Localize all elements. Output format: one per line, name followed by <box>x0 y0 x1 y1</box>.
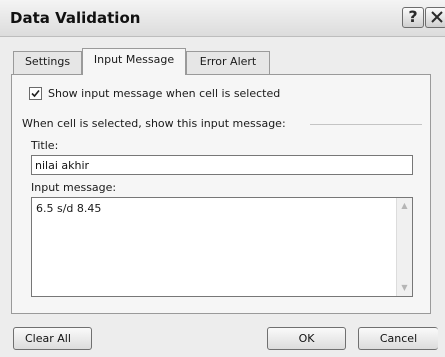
ok-button[interactable]: OK <box>267 327 346 350</box>
input-message-label: Input message: <box>31 181 117 194</box>
close-button[interactable] <box>425 7 445 28</box>
title-label: Title: <box>31 139 59 152</box>
show-input-message-checkbox[interactable] <box>29 87 42 100</box>
show-input-message-label[interactable]: Show input message when cell is selected <box>48 87 280 100</box>
help-icon: ? <box>408 7 418 26</box>
tab-settings[interactable]: Settings <box>13 51 82 74</box>
window-title: Data Validation <box>10 9 141 27</box>
group-divider <box>310 124 422 125</box>
message-scrollbar[interactable]: ▲ ▼ <box>396 198 412 296</box>
tab-error-alert[interactable]: Error Alert <box>186 51 270 74</box>
tab-input-message[interactable]: Input Message <box>82 48 186 75</box>
help-button[interactable]: ? <box>402 7 424 28</box>
group-heading: When cell is selected, show this input m… <box>22 117 286 130</box>
checkmark-icon <box>31 89 40 98</box>
clear-all-button[interactable]: Clear All <box>13 327 92 350</box>
input-message-panel: Show input message when cell is selected… <box>11 74 431 314</box>
close-icon <box>430 11 443 23</box>
cancel-button[interactable]: Cancel <box>358 327 438 350</box>
title-input[interactable] <box>31 155 413 175</box>
input-message-text: 6.5 s/d 8.45 <box>36 202 102 215</box>
title-bar: Data Validation ? <box>0 0 445 37</box>
scroll-down-icon[interactable]: ▼ <box>397 280 412 296</box>
input-message-textarea[interactable]: 6.5 s/d 8.45 ▲ ▼ <box>31 197 413 297</box>
scroll-up-icon[interactable]: ▲ <box>397 198 412 214</box>
